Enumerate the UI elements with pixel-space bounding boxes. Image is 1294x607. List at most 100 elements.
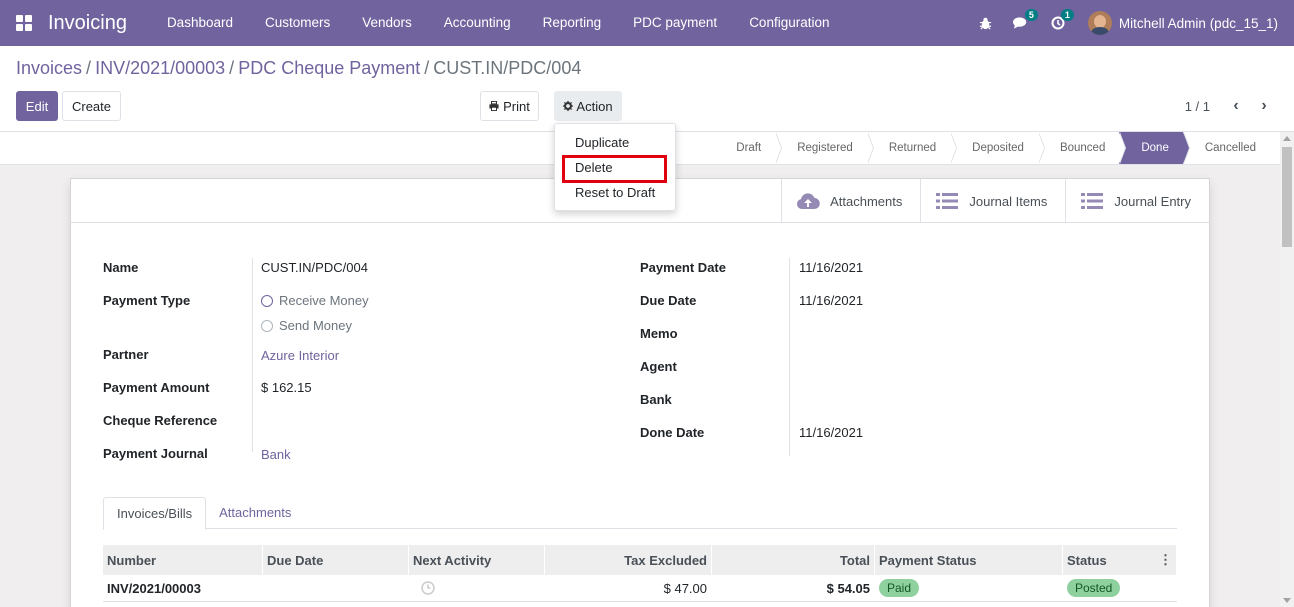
pager: 1 / 1 ‹ › bbox=[1185, 97, 1278, 115]
cheque-reference-label: Cheque Reference bbox=[103, 413, 218, 428]
print-button[interactable]: Print bbox=[480, 91, 539, 121]
column-tax-excluded[interactable]: Tax Excluded bbox=[545, 545, 712, 575]
done-date-label: Done Date bbox=[640, 425, 705, 440]
column-due-date[interactable]: Due Date bbox=[263, 545, 409, 575]
breadcrumb-current: CUST.IN/PDC/004 bbox=[433, 58, 582, 78]
user-menu[interactable]: Mitchell Admin (pdc_15_1) bbox=[1087, 11, 1278, 35]
messages-badge: 5 bbox=[1024, 9, 1038, 21]
bug-icon[interactable] bbox=[968, 0, 1004, 46]
row-number: INV/2021/00003 bbox=[103, 575, 263, 601]
row-status: Posted bbox=[1063, 575, 1177, 601]
clock-icon[interactable] bbox=[421, 581, 435, 595]
print-label: Print bbox=[503, 98, 530, 114]
radio-receive-money-label: Receive Money bbox=[279, 293, 369, 308]
name-label: Name bbox=[103, 260, 139, 275]
menu-configuration[interactable]: Configuration bbox=[733, 0, 845, 46]
column-next-activity[interactable]: Next Activity bbox=[409, 545, 545, 575]
journal-items-smart-button[interactable]: Journal Items bbox=[920, 179, 1065, 223]
breadcrumb-pdc-cheque-payment[interactable]: PDC Cheque Payment bbox=[238, 58, 420, 79]
due-date-value[interactable]: 11/16/2021 bbox=[799, 293, 863, 308]
stage-cancelled[interactable]: Cancelled bbox=[1183, 132, 1270, 164]
pager-next-icon[interactable]: › bbox=[1250, 97, 1278, 115]
row-total: $ 54.05 bbox=[712, 575, 875, 601]
breadcrumb-invoice[interactable]: INV/2021/00003 bbox=[95, 58, 225, 79]
list-icon bbox=[935, 193, 959, 209]
breadcrumb-invoices[interactable]: Invoices bbox=[16, 58, 82, 79]
payment-date-value[interactable]: 11/16/2021 bbox=[799, 260, 863, 275]
journal-entry-smart-button[interactable]: Journal Entry bbox=[1065, 179, 1209, 223]
column-number[interactable]: Number bbox=[103, 545, 263, 575]
apps-menu-icon[interactable] bbox=[0, 0, 48, 46]
scroll-up-icon[interactable] bbox=[1283, 136, 1291, 141]
column-payment-status[interactable]: Payment Status bbox=[875, 545, 1063, 575]
radio-receive-money[interactable]: Receive Money bbox=[261, 293, 369, 308]
breadcrumb-separator: / bbox=[86, 58, 92, 78]
payment-amount-value[interactable]: $ 162.15 bbox=[261, 380, 312, 395]
payment-date-label: Payment Date bbox=[640, 260, 726, 275]
journal-items-label: Journal Items bbox=[969, 193, 1048, 209]
column-status[interactable]: Status ⋮ bbox=[1063, 545, 1177, 575]
page-scrollbar[interactable] bbox=[1280, 132, 1294, 607]
list-icon bbox=[1080, 193, 1104, 209]
pager-value[interactable]: 1 / 1 bbox=[1185, 99, 1210, 114]
row-next-activity[interactable] bbox=[409, 575, 545, 601]
optional-columns-icon[interactable]: ⋮ bbox=[1159, 552, 1172, 568]
breadcrumb-separator: / bbox=[229, 58, 235, 78]
attachments-smart-button[interactable]: Attachments bbox=[781, 179, 920, 223]
navbar-systray: 5 1 Mitchell Admin (pdc_15_1) bbox=[968, 0, 1294, 46]
breadcrumb: Invoices / INV/2021/00003 / PDC Cheque P… bbox=[16, 58, 581, 79]
scroll-thumb[interactable] bbox=[1282, 147, 1292, 247]
scroll-down-icon[interactable] bbox=[1283, 598, 1291, 603]
column-total[interactable]: Total bbox=[712, 545, 875, 575]
user-name: Mitchell Admin (pdc_15_1) bbox=[1118, 15, 1278, 31]
radio-send-money[interactable]: Send Money bbox=[261, 318, 352, 333]
delete-highlight-box bbox=[562, 155, 667, 183]
name-value[interactable]: CUST.IN/PDC/004 bbox=[261, 260, 368, 275]
stage-deposited[interactable]: Deposited bbox=[950, 132, 1045, 164]
notebook-tabs: Invoices/Bills Attachments bbox=[103, 497, 1177, 530]
edit-button[interactable]: Edit bbox=[16, 91, 58, 121]
print-icon bbox=[489, 101, 499, 111]
partner-label: Partner bbox=[103, 347, 149, 362]
agent-label: Agent bbox=[640, 359, 677, 374]
stage-registered[interactable]: Registered bbox=[775, 132, 874, 164]
payment-journal-value[interactable]: Bank bbox=[261, 447, 291, 462]
menu-pdc-payment[interactable]: PDC payment bbox=[617, 0, 733, 46]
stage-bounced[interactable]: Bounced bbox=[1038, 132, 1127, 164]
messages-icon[interactable]: 5 bbox=[1004, 0, 1040, 46]
activities-icon[interactable]: 1 bbox=[1040, 0, 1076, 46]
pager-previous-icon[interactable]: ‹ bbox=[1222, 97, 1250, 115]
menu-customers[interactable]: Customers bbox=[249, 0, 346, 46]
bank-label: Bank bbox=[640, 392, 672, 407]
menu-item-reset-to-draft[interactable]: Reset to Draft bbox=[575, 185, 655, 200]
radio-selected-icon bbox=[261, 294, 273, 307]
table-row[interactable]: INV/2021/00003 $ 47.00 $ 54.05 Paid Post… bbox=[103, 575, 1177, 602]
tab-attachments[interactable]: Attachments bbox=[206, 497, 304, 530]
menu-item-duplicate[interactable]: Duplicate bbox=[575, 135, 629, 150]
button-box: Attachments Journal Items Journal Entry bbox=[781, 179, 1209, 223]
payment-journal-label: Payment Journal bbox=[103, 446, 208, 461]
tab-invoices-bills[interactable]: Invoices/Bills bbox=[103, 497, 207, 530]
done-date-value[interactable]: 11/16/2021 bbox=[799, 425, 863, 440]
memo-label: Memo bbox=[640, 326, 678, 341]
form-sheet: Attachments Journal Items Journal Entry … bbox=[70, 178, 1210, 607]
top-navbar: Invoicing Dashboard Customers Vendors Ac… bbox=[0, 0, 1294, 46]
payment-amount-label: Payment Amount bbox=[103, 380, 210, 395]
menu-dashboard[interactable]: Dashboard bbox=[151, 0, 249, 46]
field-divider bbox=[789, 258, 790, 456]
menu-reporting[interactable]: Reporting bbox=[527, 0, 618, 46]
app-title[interactable]: Invoicing bbox=[48, 12, 127, 35]
row-payment-status: Paid bbox=[875, 575, 1063, 601]
stage-draft[interactable]: Draft bbox=[714, 132, 783, 164]
journal-entry-label: Journal Entry bbox=[1114, 193, 1191, 209]
menu-accounting[interactable]: Accounting bbox=[428, 0, 527, 46]
stage-returned[interactable]: Returned bbox=[867, 132, 958, 164]
invoices-table: Number Due Date Next Activity Tax Exclud… bbox=[103, 545, 1177, 602]
action-button[interactable]: Action bbox=[554, 91, 622, 121]
stage-done[interactable]: Done bbox=[1119, 132, 1190, 164]
field-divider bbox=[252, 258, 253, 452]
menu-vendors[interactable]: Vendors bbox=[346, 0, 428, 46]
create-button[interactable]: Create bbox=[62, 91, 121, 121]
partner-value[interactable]: Azure Interior bbox=[261, 348, 339, 363]
cloud-upload-icon bbox=[796, 192, 820, 210]
